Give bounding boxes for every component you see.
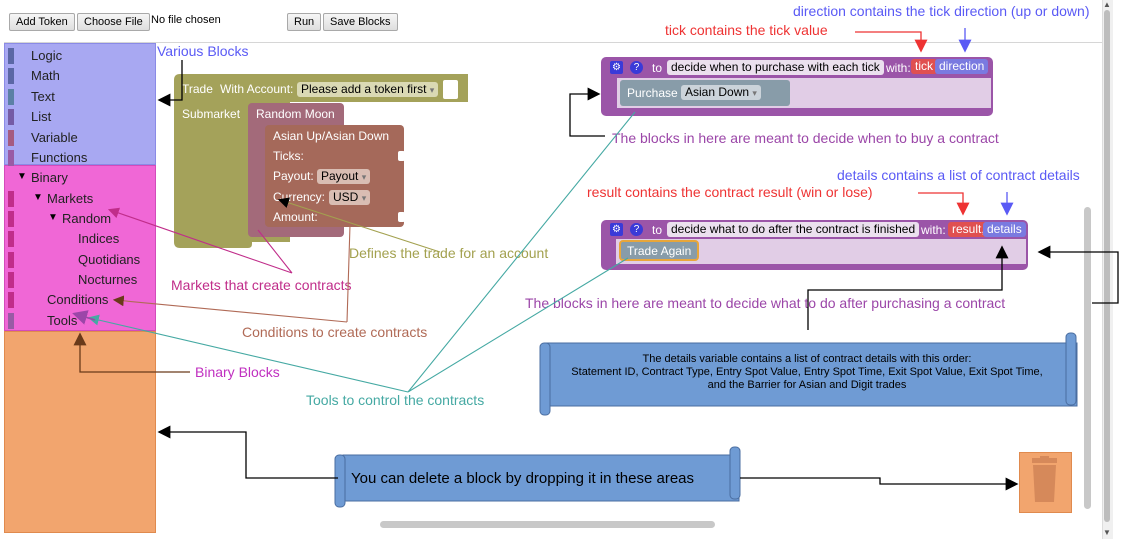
annotation-defines-trade: Defines the trade for an account	[349, 245, 549, 261]
category-label: Markets	[47, 191, 94, 206]
scroll-down-arrow-icon[interactable]: ▼	[1103, 528, 1111, 537]
file-status: No file chosen	[151, 14, 221, 26]
to-label: to	[652, 223, 663, 237]
category-color-marker	[8, 231, 14, 247]
category-color-marker	[8, 252, 14, 268]
details-parameter[interactable]: details	[983, 222, 1026, 237]
category-label: Variable	[31, 130, 78, 145]
direction-parameter[interactable]: direction	[935, 59, 989, 74]
category-color-marker	[8, 130, 14, 146]
dropdown-arrow-icon: ▾	[361, 172, 367, 182]
submarket-label: Submarket	[182, 107, 241, 121]
details-note-text: The details variable contains a list of …	[571, 353, 1043, 391]
dropdown-arrow-icon: ▾	[429, 85, 435, 95]
annotation-result: result contains the contract result (win…	[587, 184, 873, 200]
help-icon[interactable]: ?	[630, 223, 643, 236]
payout-label: Payout:	[273, 169, 314, 183]
category-color-marker	[8, 89, 14, 105]
category-label: Binary	[31, 170, 68, 185]
annotation-various-blocks: Various Blocks	[157, 43, 249, 59]
annotation-buy-contract: The blocks in here are meant to decide w…	[612, 130, 999, 146]
toolbox-delete-area[interactable]	[4, 331, 156, 533]
category-label: Tools	[47, 313, 78, 328]
annotation-tick: tick contains the tick value	[665, 22, 828, 38]
category-label: Quotidians	[78, 252, 141, 267]
help-icon[interactable]: ?	[630, 61, 643, 74]
category-label: Logic	[31, 48, 63, 63]
expand-triangle-icon[interactable]: ▼	[33, 192, 43, 203]
save-blocks-button[interactable]: Save Blocks	[323, 13, 398, 31]
category-color-marker	[8, 109, 14, 125]
currency-dropdown[interactable]: USD ▾	[329, 190, 371, 205]
category-color-marker	[8, 313, 14, 329]
ticks-label: Ticks:	[273, 149, 304, 163]
run-button[interactable]: Run	[287, 13, 322, 31]
annotation-after-purchase: The blocks in here are meant to decide w…	[525, 295, 1006, 311]
category-color-marker	[8, 272, 14, 288]
account-dropdown[interactable]: Please add a token first ▾	[297, 82, 439, 97]
category-label: Functions	[31, 150, 88, 165]
amount-label: Amount:	[273, 210, 318, 224]
add-token-button[interactable]: Add Token	[9, 13, 75, 31]
annotation-markets: Markets that create contracts	[171, 277, 352, 293]
category-color-marker	[8, 150, 14, 166]
input-socket	[443, 80, 458, 99]
trash-icon[interactable]	[1029, 456, 1060, 504]
with-account-label: With Account:	[220, 82, 294, 96]
purchase-label: Purchase	[627, 86, 678, 100]
annotation-conditions: Conditions to create contracts	[242, 324, 428, 340]
category-color-marker	[8, 292, 14, 308]
choose-file-button[interactable]: Choose File	[77, 13, 150, 31]
category-label: Text	[31, 89, 55, 104]
category-label: Nocturnes	[78, 272, 138, 287]
to-label: to	[652, 61, 663, 75]
function-name-field[interactable]: decide when to purchase with each tick	[667, 60, 884, 75]
input-socket	[398, 151, 405, 161]
scroll-up-arrow-icon[interactable]: ▲	[1103, 0, 1111, 9]
gear-icon[interactable]: ⚙	[610, 61, 623, 74]
page-scrollbar-thumb[interactable]	[1104, 10, 1110, 522]
annotation-details: details contains a list of contract deta…	[837, 167, 1080, 183]
category-label: Conditions	[47, 292, 109, 307]
with-label: with:	[921, 223, 946, 237]
input-socket	[398, 212, 405, 222]
payout-dropdown[interactable]: Payout ▾	[317, 169, 371, 184]
expand-triangle-icon[interactable]: ▼	[48, 212, 58, 223]
annotation-direction: direction contains the tick direction (u…	[793, 3, 1090, 19]
category-color-marker	[8, 68, 14, 84]
tick-parameter[interactable]: tick	[911, 59, 937, 74]
function-name-field[interactable]: decide what to do after the contract is …	[667, 222, 920, 237]
purchase-type-dropdown[interactable]: Asian Down ▾	[681, 85, 761, 100]
gear-icon[interactable]: ⚙	[610, 223, 623, 236]
condition-title: Asian Up/Asian Down	[273, 129, 390, 143]
trade-again-label: Trade Again	[627, 244, 692, 258]
category-label: Indices	[78, 231, 120, 246]
with-label: with:	[886, 61, 911, 75]
workspace-horizontal-scrollbar[interactable]	[380, 521, 715, 528]
category-color-marker	[8, 48, 14, 64]
category-color-marker	[8, 211, 14, 227]
dropdown-arrow-icon: ▾	[361, 193, 367, 203]
toolbox-general-section	[4, 43, 156, 165]
annotation-tools: Tools to control the contracts	[306, 392, 485, 408]
delete-note-text: You can delete a block by dropping it in…	[351, 470, 695, 487]
category-label: Random	[62, 211, 112, 226]
annotation-binary-blocks: Binary Blocks	[195, 364, 280, 380]
currency-label: Currency:	[273, 190, 326, 204]
submarket-value: Random Moon	[256, 107, 335, 121]
workspace-vertical-scrollbar[interactable]	[1084, 207, 1091, 509]
category-label: Math	[31, 68, 60, 83]
trade-label: Trade	[182, 82, 213, 96]
expand-triangle-icon[interactable]: ▼	[17, 171, 27, 182]
category-color-marker	[8, 191, 14, 207]
category-label: List	[31, 109, 52, 124]
dropdown-arrow-icon: ▾	[752, 88, 757, 98]
